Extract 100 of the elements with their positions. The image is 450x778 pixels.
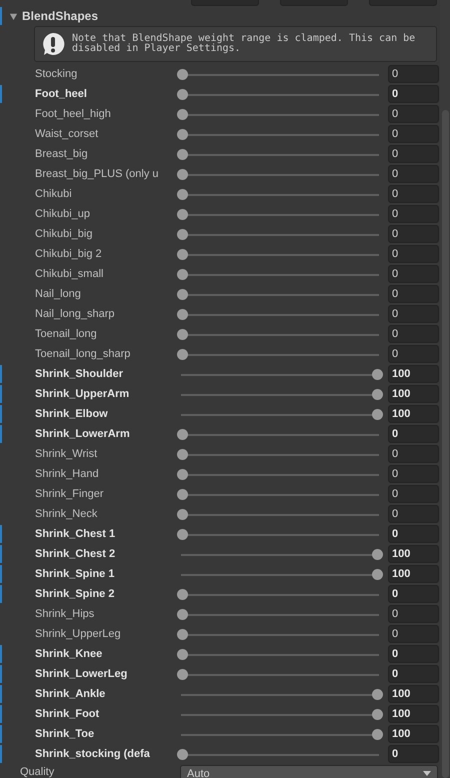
blendshape-label: Chikubi_big (34, 228, 94, 240)
blendshape-label: Shrink_Chest 2 (34, 548, 116, 560)
blendshape-label: Waist_corset (34, 128, 100, 140)
number-field[interactable]: 100 (388, 705, 439, 723)
number-field[interactable]: 0 (388, 245, 439, 263)
number-field[interactable]: 0 (388, 325, 439, 343)
slider-thumb[interactable] (177, 608, 188, 620)
slider-thumb[interactable] (177, 448, 188, 460)
modified-indicator (0, 725, 2, 743)
field-label: Quality (19, 765, 56, 778)
number-field[interactable]: 0 (388, 125, 439, 143)
number-field[interactable]: 0 (388, 505, 439, 523)
slider-thumb[interactable] (372, 408, 383, 420)
blendshape-label: Chikubi_up (34, 208, 92, 220)
number-field[interactable]: 0 (388, 205, 439, 223)
number-field[interactable]: 0 (388, 605, 439, 623)
number-field[interactable]: 0 (388, 585, 439, 603)
slider-thumb[interactable] (177, 588, 188, 600)
blendshape-label: Shrink_Hand (34, 468, 100, 480)
number-field[interactable]: 0 (388, 465, 439, 483)
number-field[interactable]: 0 (388, 485, 439, 503)
slider-thumb[interactable] (177, 748, 188, 760)
number-field[interactable]: 0 (388, 425, 439, 443)
number-field[interactable]: 0 (388, 645, 439, 663)
blendshape-label: Chikubi_small (34, 268, 104, 280)
number-field[interactable]: 0 (388, 145, 439, 163)
slider-thumb[interactable] (177, 88, 188, 100)
slider-thumb[interactable] (372, 728, 383, 740)
slider-thumb[interactable] (372, 368, 383, 380)
number-field[interactable]: 0 (388, 745, 439, 763)
blendshape-label: Toenail_long_sharp (34, 348, 132, 360)
slider-thumb[interactable] (177, 68, 188, 80)
dropdown[interactable]: Auto (180, 765, 438, 778)
number-field[interactable]: 0 (388, 305, 439, 323)
blendshape-label: Shrink_Hips (34, 608, 96, 620)
slider-thumb[interactable] (177, 428, 188, 440)
number-field[interactable]: 100 (388, 545, 439, 563)
blendshape-label: Stocking (34, 68, 78, 80)
number-field[interactable]: 100 (388, 385, 439, 403)
slider-thumb[interactable] (177, 188, 188, 200)
slider-thumb[interactable] (177, 648, 188, 660)
modified-indicator (0, 545, 2, 563)
slider-thumb[interactable] (177, 288, 188, 300)
modified-indicator (0, 745, 2, 763)
blendshape-label: Chikubi (34, 188, 73, 200)
number-field[interactable]: 0 (388, 225, 439, 243)
slider-thumb[interactable] (177, 528, 188, 540)
modified-indicator (0, 565, 2, 583)
blendshape-label: Shrink_Ankle (34, 688, 106, 700)
number-field[interactable]: 0 (388, 265, 439, 283)
foldout-arrow-icon[interactable] (9, 12, 18, 20)
modified-indicator (0, 425, 2, 443)
slider-thumb[interactable] (177, 328, 188, 340)
modified-indicator (0, 385, 2, 403)
slider-thumb[interactable] (177, 228, 188, 240)
blendshape-label: Shrink_UpperLeg (34, 628, 122, 640)
slider-thumb[interactable] (177, 108, 188, 120)
number-field[interactable]: 0 (388, 85, 439, 103)
slider-thumb[interactable] (177, 168, 188, 180)
blendshape-label: Foot_heel (34, 88, 88, 100)
modified-indicator (0, 645, 2, 663)
slider-thumb[interactable] (177, 348, 188, 360)
number-field[interactable]: 0 (388, 525, 439, 543)
slider-thumb[interactable] (177, 488, 188, 500)
slider-thumb[interactable] (372, 548, 383, 560)
slider-thumb[interactable] (177, 128, 188, 140)
number-field[interactable]: 0 (388, 65, 439, 83)
slider-thumb[interactable] (177, 268, 188, 280)
number-field[interactable]: 0 (388, 285, 439, 303)
number-field[interactable]: 0 (388, 345, 439, 363)
blendshape-label: Breast_big (34, 148, 89, 160)
number-field[interactable]: 0 (388, 445, 439, 463)
blendshape-label: Shrink_Finger (34, 488, 104, 500)
slider-thumb[interactable] (372, 388, 383, 400)
number-field[interactable]: 0 (388, 105, 439, 123)
number-field[interactable]: 100 (388, 685, 439, 703)
number-field[interactable]: 0 (388, 665, 439, 683)
number-field[interactable]: 0 (388, 185, 439, 203)
number-field[interactable]: 0 (388, 625, 439, 643)
slider-thumb[interactable] (372, 568, 383, 580)
slider-thumb[interactable] (177, 148, 188, 160)
number-field[interactable]: 0 (388, 165, 439, 183)
slider-thumb[interactable] (372, 708, 383, 720)
blendshape-label: Nail_long (34, 288, 82, 300)
number-field[interactable]: 100 (388, 365, 439, 383)
slider-thumb[interactable] (177, 668, 188, 680)
blendshape-label: Shrink_Spine 1 (34, 568, 116, 580)
slider-thumb[interactable] (177, 248, 188, 260)
slider-thumb[interactable] (372, 688, 383, 700)
number-field[interactable]: 100 (388, 565, 439, 583)
section-title: BlendShapes (22, 9, 98, 23)
number-field[interactable]: 100 (388, 725, 439, 743)
slider-thumb[interactable] (177, 208, 188, 220)
slider-thumb[interactable] (177, 468, 188, 480)
slider-thumb[interactable] (177, 628, 188, 640)
number-field[interactable]: 100 (388, 405, 439, 423)
slider-thumb[interactable] (177, 308, 188, 320)
slider-thumb[interactable] (177, 508, 188, 520)
blendshape-label: Shrink_UpperArm (34, 388, 130, 400)
modified-indicator (0, 365, 2, 383)
